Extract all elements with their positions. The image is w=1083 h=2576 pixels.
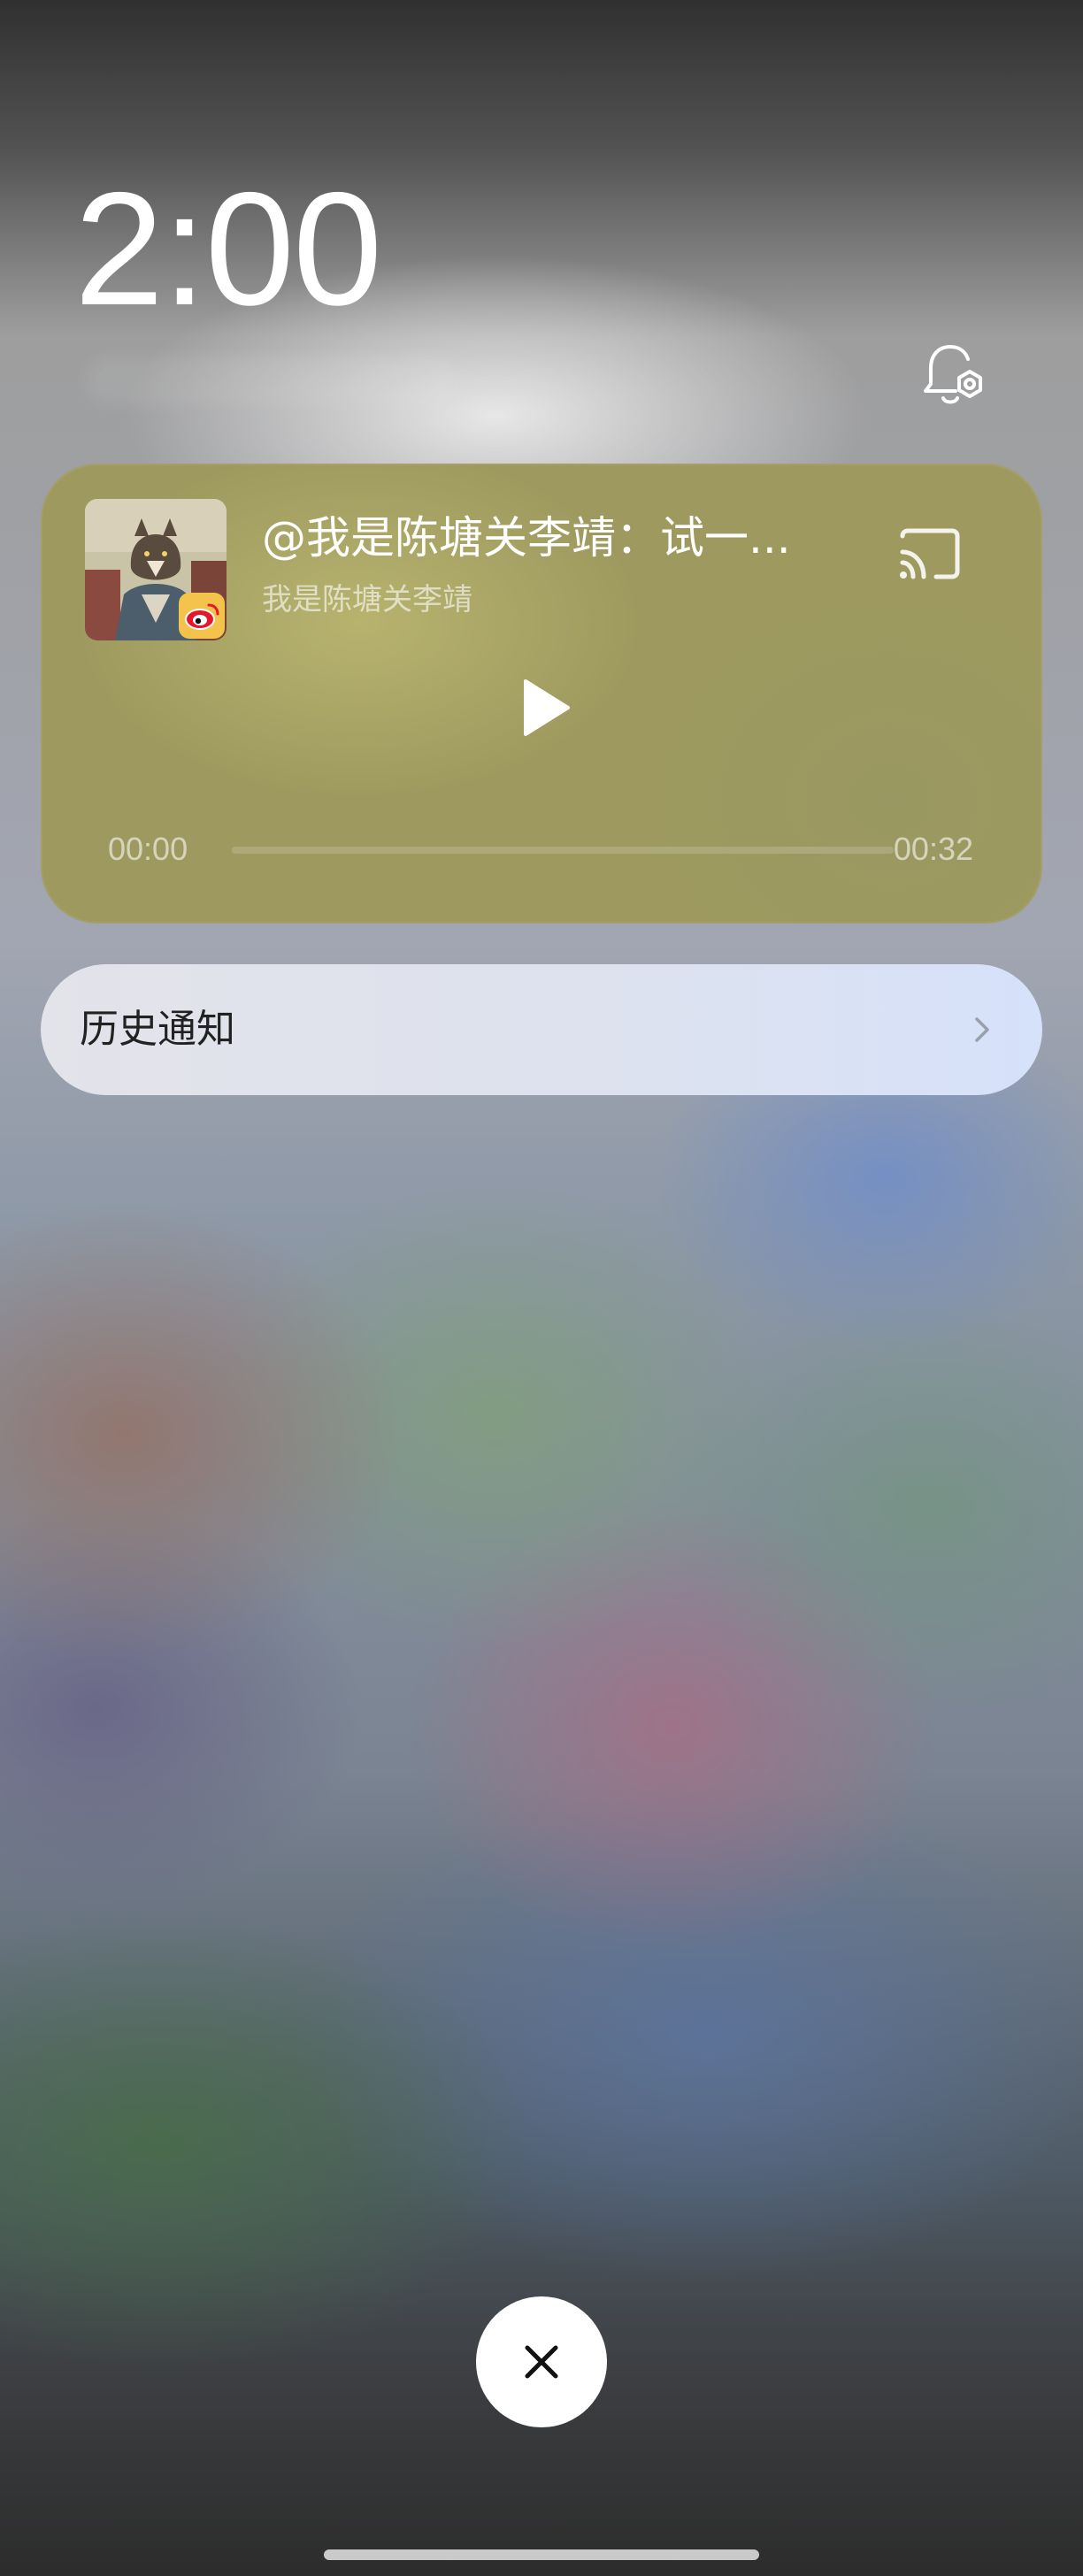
play-button[interactable] xyxy=(499,665,584,750)
bell-settings-icon[interactable] xyxy=(917,340,991,414)
history-notifications-label: 历史通知 xyxy=(80,1007,235,1052)
album-art xyxy=(85,499,227,640)
chevron-right-icon xyxy=(964,1012,1000,1047)
home-indicator[interactable] xyxy=(324,2549,759,2560)
cast-button[interactable] xyxy=(887,513,972,598)
media-title: @我是陈塘关李靖：试一... xyxy=(262,512,791,564)
lockscreen-clock: 2:00 xyxy=(74,158,382,339)
media-player-card[interactable]: @我是陈塘关李靖：试一... 我是陈塘关李靖 00:00 00:32 xyxy=(41,464,1042,924)
media-artist: 我是陈塘关李靖 xyxy=(262,582,472,617)
weibo-icon xyxy=(179,593,225,639)
history-notifications-button[interactable]: 历史通知 xyxy=(41,964,1042,1095)
date-placeholder xyxy=(85,356,457,405)
play-icon xyxy=(524,679,570,736)
total-duration: 00:32 xyxy=(893,831,973,867)
elapsed-time: 00:00 xyxy=(108,831,188,867)
close-button[interactable] xyxy=(476,2296,607,2427)
progress-bar[interactable] xyxy=(232,847,894,854)
cast-icon xyxy=(900,528,960,579)
close-icon xyxy=(525,2345,558,2379)
